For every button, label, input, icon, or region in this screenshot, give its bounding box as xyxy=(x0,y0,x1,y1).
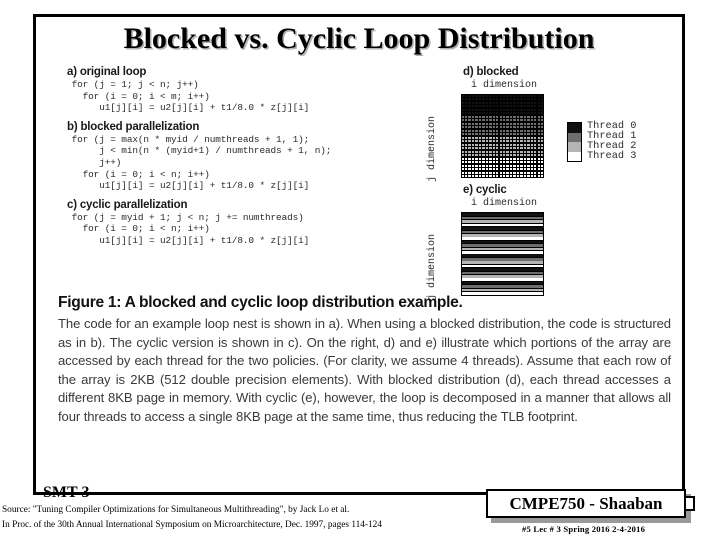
diagram-cyclic-heading: e) cyclic xyxy=(463,184,507,196)
blocked-grid-cell xyxy=(506,175,509,178)
blocked-grid-cell xyxy=(527,175,530,178)
blocked-grid-cell xyxy=(502,175,506,178)
blocked-grid-cell xyxy=(537,175,540,178)
cyclic-stripe xyxy=(462,244,543,247)
source-citation-line-2: In Proc. of the 30th Annual Internationa… xyxy=(2,519,382,530)
blocked-grid-cell xyxy=(516,175,520,178)
blocked-grid-cell xyxy=(492,175,495,178)
footer-badge-tab xyxy=(686,496,695,511)
blocked-grid-cell xyxy=(485,175,489,178)
legend-swatch-thread-0 xyxy=(568,123,581,133)
cyclic-stripe xyxy=(462,216,543,220)
diagram-blocked-heading: d) blocked xyxy=(463,66,519,78)
figure-caption-body: The code for an example loop nest is sho… xyxy=(58,316,671,424)
cyclic-stripe xyxy=(462,251,543,254)
blocked-grid-cell xyxy=(496,175,499,178)
cyclic-stripe xyxy=(462,278,543,282)
legend-swatch-thread-2 xyxy=(568,142,581,152)
blocked-grid-cell xyxy=(509,175,513,178)
code-section-c: c) cyclic parallelization for (j = myid … xyxy=(55,199,425,247)
slide-canvas: Blocked vs. Cyclic Loop Distribution a) … xyxy=(0,0,720,540)
thread-legend: Thread 0 Thread 1 Thread 2 Thread 3 xyxy=(567,121,637,162)
blocked-grid-cell xyxy=(520,175,523,178)
figure-region: a) original loop for (j = 1; j < n; j++)… xyxy=(55,66,671,484)
cyclic-stripe xyxy=(462,230,543,234)
cyclic-stripe xyxy=(462,261,543,264)
blocked-grid-cell xyxy=(465,175,468,178)
code-section-b-heading: b) blocked parallelization xyxy=(67,120,200,133)
legend-swatch-thread-1 xyxy=(568,132,581,142)
cyclic-stripe xyxy=(462,237,543,240)
cyclic-stripe xyxy=(462,227,543,230)
cyclic-stripe xyxy=(462,223,543,227)
cyclic-stripe xyxy=(462,271,543,275)
code-section-c-body: for (j = myid + 1; j < n; j += numthread… xyxy=(71,211,310,246)
footer-course-badge: CMPE750 - Shaaban xyxy=(486,489,686,518)
diagram-blocked-y-axis-label: j dimension xyxy=(427,115,438,182)
legend-swatch-column xyxy=(567,122,582,162)
blocked-grid-cell xyxy=(489,175,492,178)
blocked-grid-row xyxy=(461,175,544,179)
cyclic-stripe xyxy=(462,257,543,261)
diagram-cyclic-x-axis-label: i dimension xyxy=(471,198,538,209)
cyclic-stripe xyxy=(462,274,543,278)
legend-label-column: Thread 0 Thread 1 Thread 2 Thread 3 xyxy=(587,121,637,162)
code-section-b-body: for (j = max(n * myid / numthreads + 1, … xyxy=(71,133,332,192)
code-section-a-heading: a) original loop xyxy=(67,66,147,78)
legend-swatch-thread-3 xyxy=(568,151,581,161)
blocked-grid-cell xyxy=(530,175,533,178)
figure-caption-block: Figure 1: A blocked and cyclic loop dist… xyxy=(58,294,671,427)
cyclic-stripe xyxy=(462,233,543,237)
footer-lecture-meta: #5 Lec # 3 Spring 2016 2-4-2016 xyxy=(522,524,646,534)
diagram-blocked-grid xyxy=(461,94,544,178)
footer-course-badge-text: CMPE750 - Shaaban xyxy=(509,493,663,513)
cyclic-stripe xyxy=(462,264,543,268)
source-citation-line-1: Source: "Tuning Compiler Optimizations f… xyxy=(2,505,350,515)
blocked-grid-cell xyxy=(513,175,516,178)
diagrams-column: d) blocked i dimension j dimension e) cy… xyxy=(421,64,671,304)
source-citation: Source: "Tuning Compiler Optimizations f… xyxy=(2,503,382,532)
cyclic-stripe xyxy=(462,240,543,244)
legend-label-thread-3: Thread 3 xyxy=(587,149,637,162)
blocked-grid-cell xyxy=(471,175,475,178)
blocked-grid-cell xyxy=(468,175,471,178)
cyclic-stripe xyxy=(462,254,543,258)
code-section-a: a) original loop for (j = 1; j < n; j++)… xyxy=(55,66,425,114)
blocked-grid-cell xyxy=(523,175,527,178)
cyclic-stripe xyxy=(462,247,543,251)
code-section-a-body: for (j = 1; j < n; j++) for (i = 0; i < … xyxy=(71,79,310,114)
cyclic-stripe xyxy=(462,220,543,223)
page-title: Blocked vs. Cyclic Loop Distribution xyxy=(123,22,595,55)
cyclic-stripe xyxy=(462,268,543,271)
diagram-cyclic-y-axis-label: j dimension xyxy=(427,233,438,300)
cyclic-stripe xyxy=(462,288,543,292)
cyclic-stripe xyxy=(462,285,543,288)
blocked-grid-cell xyxy=(499,175,502,178)
blocked-grid-cell xyxy=(461,175,464,178)
blocked-grid-cell xyxy=(534,175,537,178)
cyclic-stripe xyxy=(462,213,543,217)
blocked-grid-cell xyxy=(540,175,544,178)
blocked-grid-cell xyxy=(482,175,485,178)
code-listings-column: a) original loop for (j = 1; j < n; j++)… xyxy=(55,66,425,254)
diagram-cyclic-stripes xyxy=(461,212,544,296)
figure-caption-title: Figure 1: A blocked and cyclic loop dist… xyxy=(58,294,463,311)
cyclic-stripe xyxy=(462,281,543,285)
diagram-blocked-x-axis-label: i dimension xyxy=(471,80,538,91)
blocked-grid-cell xyxy=(478,175,482,178)
code-section-c-heading: c) cyclic parallelization xyxy=(67,198,188,211)
smt-section-label: SMT-3 xyxy=(43,484,90,501)
blocked-grid-cell xyxy=(475,175,478,178)
code-section-b: b) blocked parallelization for (j = max(… xyxy=(55,121,425,192)
